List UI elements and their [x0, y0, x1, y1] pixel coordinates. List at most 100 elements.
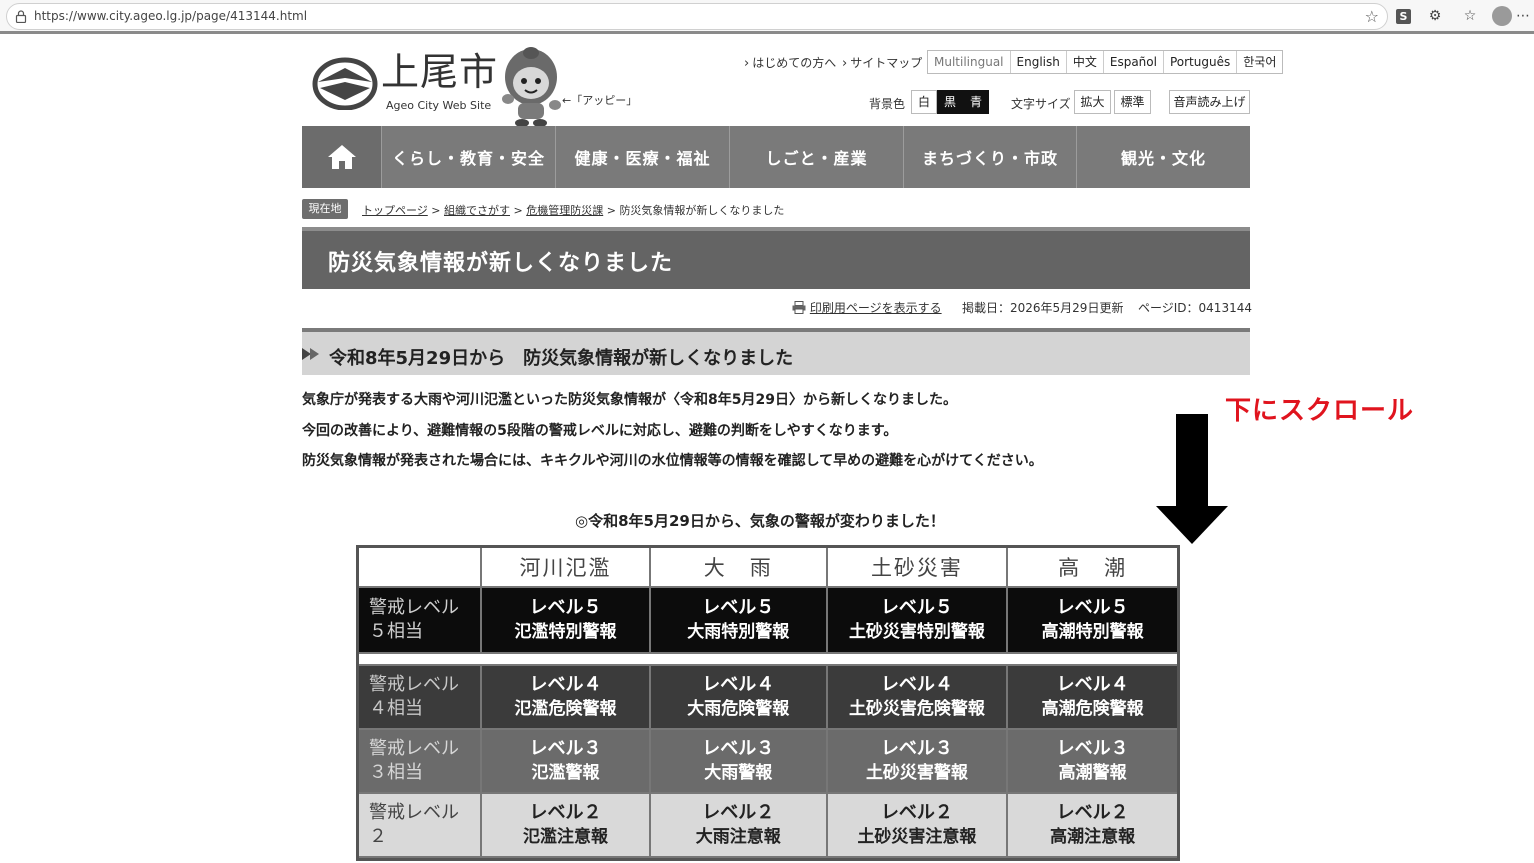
print-link[interactable]: 印刷用ページを表示する: [792, 299, 942, 316]
cell-level: レベル３: [880, 738, 953, 759]
font-large-button[interactable]: 拡大: [1074, 90, 1111, 114]
more-icon[interactable]: ⋯: [1514, 7, 1532, 25]
speech-button[interactable]: 音声読み上げ: [1169, 90, 1250, 114]
link-first-visit[interactable]: › はじめての方へ: [744, 54, 836, 71]
cell-warning: 高潮注意報: [1050, 827, 1136, 847]
cell-level: レベル５: [702, 597, 775, 618]
lock-icon[interactable]: [15, 10, 27, 23]
link-sitemap[interactable]: › サイトマップ: [842, 54, 922, 71]
background-color-label: 背景色: [869, 97, 906, 111]
nav-city[interactable]: まちづくり・市政: [904, 126, 1077, 188]
city-emblem-icon[interactable]: [312, 56, 378, 110]
cell-warning: 氾濫警報: [531, 763, 600, 783]
table-caption: ◎令和8年5月29日から、気象の警報が変わりました！: [575, 512, 945, 530]
table-divider: [359, 654, 1177, 666]
warning-level-table: 河川氾濫 大 雨 土砂災害 高 潮 警戒レベル ５相当 レベル５ 氾濫特別警報 レベ…: [356, 545, 1180, 861]
table-cell: レベル２ 土砂災害注意報: [827, 794, 1009, 858]
cell-warning: 土砂災害警報: [865, 763, 968, 783]
posted-date: 掲載日：2026年5月29日更新: [962, 301, 1124, 315]
cell-warning: 大雨特別警報: [687, 622, 790, 642]
body-paragraph-2: 今回の改善により、避難情報の5段階の警戒レベルに対応し、避難の判断をしやすくなり…: [302, 423, 898, 439]
cell-warning: 大雨警報: [704, 763, 773, 783]
bg-black-button[interactable]: 黒: [937, 90, 963, 114]
lang-korean[interactable]: 한국어: [1237, 51, 1282, 73]
table-cell: レベル５ 土砂災害特別警報: [827, 588, 1009, 654]
profile-icon[interactable]: [1492, 6, 1512, 26]
table-row-level3: 警戒レベル ３相当 レベル３ 氾濫警報 レベル３ 大雨警報 レベル３ 土砂災害警報 レベ…: [359, 730, 1177, 794]
header-landslide: 土砂災害: [827, 548, 1009, 588]
lang-spanish[interactable]: Español: [1104, 51, 1164, 73]
lang-chinese[interactable]: 中文: [1067, 51, 1104, 73]
cell-level: レベル３: [1056, 738, 1129, 759]
nav-health[interactable]: 健康・医療・福祉: [556, 126, 730, 188]
table-cell: レベル４ 土砂災害危険警報: [827, 666, 1009, 730]
mascot-appy-image: [502, 47, 561, 127]
favorites-icon[interactable]: ☆: [1461, 7, 1479, 25]
page-id: ページID：0413144: [1138, 301, 1252, 315]
table-cell: レベル４ 高潮危険警報: [1008, 666, 1177, 730]
body-paragraph-1: 気象庁が発表する大雨や河川氾濫といった防災気象情報が〈令和8年5月29日〉から新…: [302, 392, 957, 408]
address-url[interactable]: https://www.city.ageo.lg.jp/page/413144.…: [34, 9, 307, 23]
breadcrumb-separator: >: [513, 204, 523, 217]
cell-warning: 氾濫注意報: [523, 827, 609, 847]
breadcrumb-separator: >: [606, 204, 616, 217]
link-first-visit-label[interactable]: はじめての方へ: [752, 56, 836, 70]
section-heading-band: 令和8年5月29日から 防災気象情報が新しくなりました: [302, 328, 1250, 375]
bg-white-button[interactable]: 白: [911, 90, 937, 114]
page-title-band: 防災気象情報が新しくなりました: [302, 227, 1250, 289]
row-label-line1: 警戒レベル: [369, 674, 459, 695]
cell-warning: 土砂災害危険警報: [848, 699, 985, 719]
breadcrumb-org[interactable]: 組織でさがす: [444, 204, 510, 217]
cell-level: レベル３: [529, 738, 602, 759]
cell-warning: 大雨危険警報: [687, 699, 790, 719]
row-label: 警戒レベル ２: [359, 794, 483, 858]
cell-level: レベル５: [529, 597, 602, 618]
lang-portuguese[interactable]: Português: [1164, 51, 1238, 73]
cell-warning: 高潮危険警報: [1041, 699, 1144, 719]
nav-home[interactable]: [302, 126, 382, 188]
cell-warning: 大雨注意報: [695, 827, 781, 847]
nav-work[interactable]: しごと・産業: [730, 126, 904, 188]
bookmark-star-icon[interactable]: ☆: [1365, 7, 1379, 26]
header-storm-surge: 高 潮: [1008, 548, 1177, 588]
cell-level: レベル２: [702, 802, 775, 823]
double-chevron-icon: [302, 348, 319, 360]
lang-english[interactable]: English: [1011, 51, 1067, 73]
table-cell: レベル４ 大雨危険警報: [650, 666, 828, 730]
breadcrumb-dept[interactable]: 危機管理防災課: [526, 204, 603, 217]
global-nav: くらし・教育・安全 健康・医療・福祉 しごと・産業 まちづくり・市政 観光・文化: [302, 126, 1250, 188]
bg-blue-button[interactable]: 青: [963, 90, 989, 114]
nav-life[interactable]: くらし・教育・安全: [382, 126, 556, 188]
row-label-line2: ４相当: [369, 698, 423, 719]
extension-icon[interactable]: ⚙: [1426, 7, 1444, 25]
link-sitemap-label[interactable]: サイトマップ: [850, 56, 922, 70]
site-logo-subtitle: Ageo City Web Site: [386, 99, 492, 112]
extension-s-icon[interactable]: S: [1396, 9, 1411, 24]
cell-level: レベル４: [529, 674, 602, 695]
table-cell: レベル２ 氾濫注意報: [482, 794, 651, 858]
cell-level: レベル２: [529, 802, 602, 823]
language-menu: Multilingual English 中文 Español Portuguê…: [927, 50, 1284, 74]
row-label-line2: ５相当: [369, 621, 423, 642]
site-logo-title[interactable]: 上尾市: [381, 50, 498, 94]
table-cell: レベル５ 高潮特別警報: [1008, 588, 1177, 654]
table-cell: レベル３ 高潮警報: [1008, 730, 1177, 794]
table-row-level4: 警戒レベル ４相当 レベル４ 氾濫危険警報 レベル４ 大雨危険警報 レベル４ 土砂災害危…: [359, 666, 1177, 730]
cell-level: レベル２: [880, 802, 953, 823]
table-cell: レベル３ 土砂災害警報: [827, 730, 1009, 794]
header-heavy-rain: 大 雨: [650, 548, 828, 588]
cell-level: レベル５: [880, 597, 953, 618]
row-label: 警戒レベル ５相当: [359, 588, 483, 654]
breadcrumb-top[interactable]: トップページ: [362, 204, 428, 217]
nav-culture[interactable]: 観光・文化: [1077, 126, 1250, 188]
print-link-label[interactable]: 印刷用ページを表示する: [810, 301, 942, 315]
section-heading: 令和8年5月29日から 防災気象情報が新しくなりました: [329, 348, 794, 369]
lang-multilingual[interactable]: Multilingual: [928, 51, 1011, 73]
arrow-down-icon: [1156, 414, 1228, 544]
row-label: 警戒レベル ３相当: [359, 730, 483, 794]
font-normal-button[interactable]: 標準: [1114, 90, 1151, 114]
address-bar[interactable]: https://www.city.ageo.lg.jp/page/413144.…: [6, 3, 1388, 30]
chevron-right-icon: ›: [744, 56, 750, 71]
table-row-level2: 警戒レベル ２ レベル２ 氾濫注意報 レベル２ 大雨注意報 レベル２ 土砂災害注意報 レ…: [359, 794, 1177, 858]
breadcrumb-current: 防災気象情報が新しくなりました: [619, 204, 785, 217]
